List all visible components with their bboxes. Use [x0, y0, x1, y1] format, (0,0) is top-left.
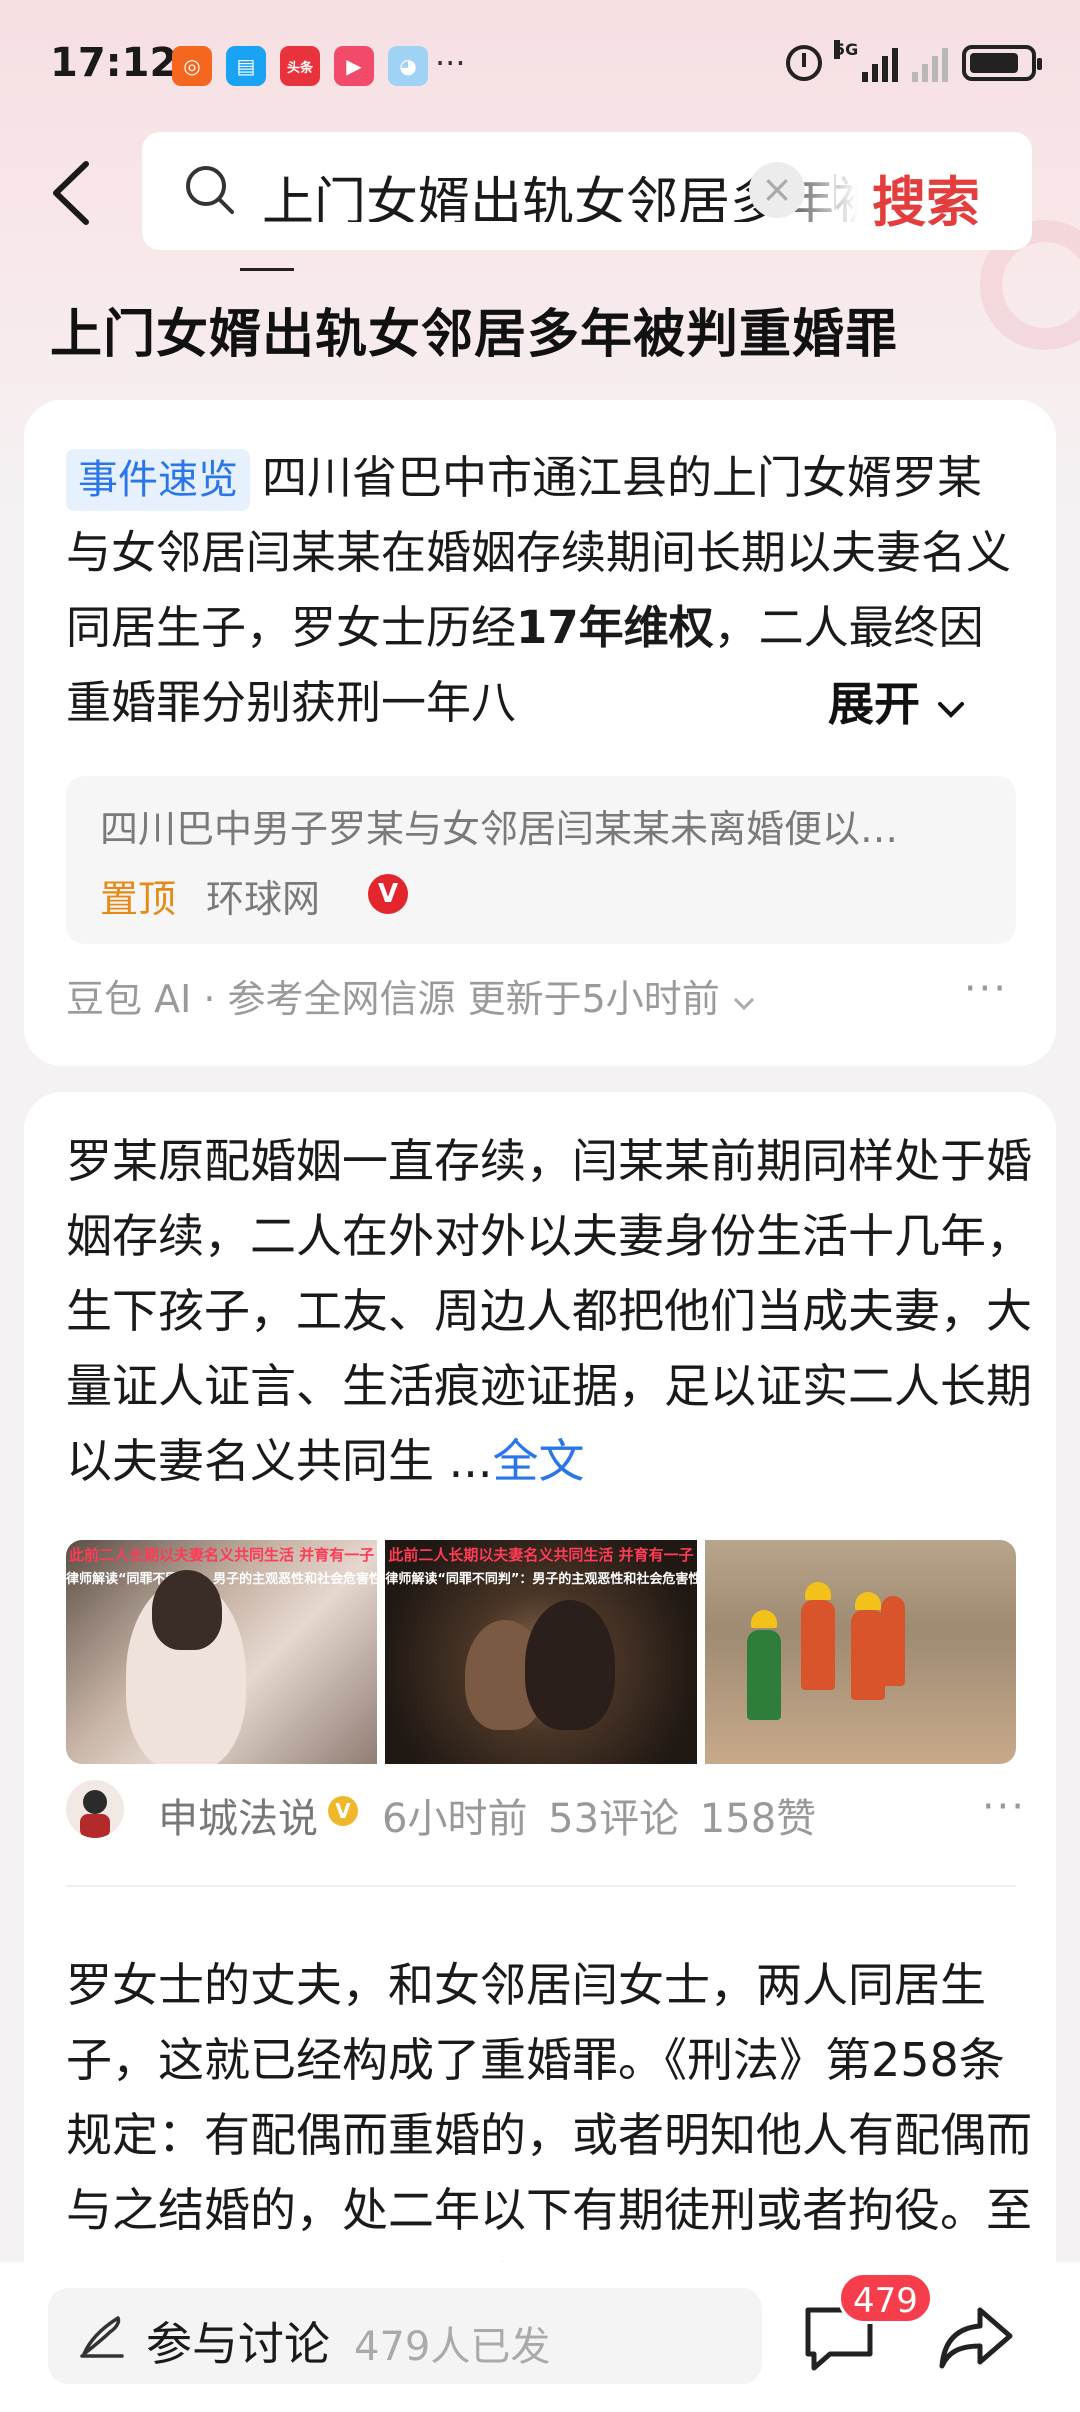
more-options-icon[interactable]: ···: [964, 966, 1008, 1012]
avatar[interactable]: [66, 1780, 124, 1838]
join-discussion-label: 参与讨论: [146, 2317, 330, 2371]
status-bar: 17:12 ◎ ▤ 头条 ▶ ◕ ··· 5G: [0, 0, 1080, 135]
status-time: 17:12: [50, 40, 178, 86]
post-images[interactable]: 此前二人长期以夫妻名义共同生活 并育有一子 律师解读“同罪不同判”：男子的主观恶…: [66, 1540, 1016, 1764]
pinned-label: 置顶: [100, 877, 177, 921]
post-image[interactable]: 此前二人长期以夫妻名义共同生活 并育有一子 律师解读“同罪不同判”：男子的主观恶…: [385, 1540, 697, 1764]
highlight-text: 17年维权: [516, 601, 714, 654]
verified-icon: V: [368, 874, 408, 914]
post-image[interactable]: [704, 1540, 1016, 1764]
signal-secondary-icon: [912, 44, 948, 82]
ai-source-meta[interactable]: 豆包 AI · 参考全网信源 更新于5小时前: [66, 968, 756, 1023]
search-bar[interactable]: 上门女婿出轨女邻居多年被判重婚罪 × 搜索: [142, 132, 1032, 250]
back-button[interactable]: [42, 158, 102, 228]
alarm-icon: [786, 45, 822, 81]
pen-icon: [80, 2316, 124, 2358]
event-overview-tag: 事件速览: [66, 449, 250, 511]
battery-icon: [962, 45, 1042, 81]
share-icon[interactable]: [936, 2302, 1016, 2374]
feed-card[interactable]: 罗某原配婚姻一直存续，闫某某前期同样处于婚姻存续，二人在外对外以夫妻身份生活十几…: [24, 1092, 1056, 2412]
verified-icon: V: [328, 1796, 358, 1826]
post-text[interactable]: 罗某原配婚姻一直存续，闫某某前期同样处于婚姻存续，二人在外对外以夫妻身份生活十几…: [66, 1124, 1038, 1499]
signal-5g-icon: 5G: [834, 40, 898, 82]
comment-count-badge: 479: [838, 2272, 933, 2324]
chat-app-icon: ◕: [388, 46, 428, 86]
ai-summary-card[interactable]: 事件速览 四川省巴中市通江县的上门女婿罗某与女邻居闫某某在婚姻存续期间长期以夫妻名…: [24, 400, 1056, 1066]
more-options-icon[interactable]: ···: [982, 1784, 1026, 1830]
discussion-count: 479人已发: [354, 2324, 551, 2370]
source-name: 环球网: [206, 877, 321, 921]
author-name[interactable]: 申城法说: [158, 1786, 318, 1844]
chevron-down-icon: [938, 702, 964, 718]
network-type-label: 5G: [834, 40, 859, 59]
search-button[interactable]: 搜索: [872, 158, 980, 237]
kuaishou-icon: ◎: [172, 46, 212, 86]
post-meta: 6小时前 53评论 158赞: [382, 1796, 817, 1842]
more-notifications-icon: ···: [435, 44, 466, 82]
book-icon: ▤: [226, 46, 266, 86]
expand-button[interactable]: 展开: [777, 668, 966, 734]
join-discussion-button[interactable]: 参与讨论 479人已发: [48, 2288, 762, 2384]
search-icon: [186, 166, 234, 214]
bottom-bar: 参与讨论 479人已发 479: [0, 2262, 1080, 2412]
post-image[interactable]: 此前二人长期以夫妻名义共同生活 并育有一子 律师解读“同罪不同判”：男子的主观恶…: [66, 1540, 378, 1764]
page-title: 上门女婿出轨女邻居多年被判重婚罪: [50, 305, 899, 365]
author-row: 申城法说 V 6小时前 53评论 158赞 ···: [66, 1780, 1026, 1842]
clear-search-button[interactable]: ×: [749, 162, 805, 218]
source-reference[interactable]: 四川巴中男子罗某与女邻居闫某某未离婚便以… 置顶 环球网 V: [66, 776, 1016, 944]
full-text-link[interactable]: 全文: [493, 1434, 585, 1488]
search-underline: [240, 268, 294, 271]
source-snippet: 四川巴中男子罗某与女邻居闫某某未离婚便以…: [100, 807, 899, 851]
chevron-down-icon: [733, 997, 754, 1011]
toutiao-icon: 头条: [280, 46, 320, 86]
status-indicators: 5G: [786, 40, 1042, 82]
video-icon: ▶: [334, 46, 374, 86]
back-arrow-icon: [53, 161, 89, 225]
